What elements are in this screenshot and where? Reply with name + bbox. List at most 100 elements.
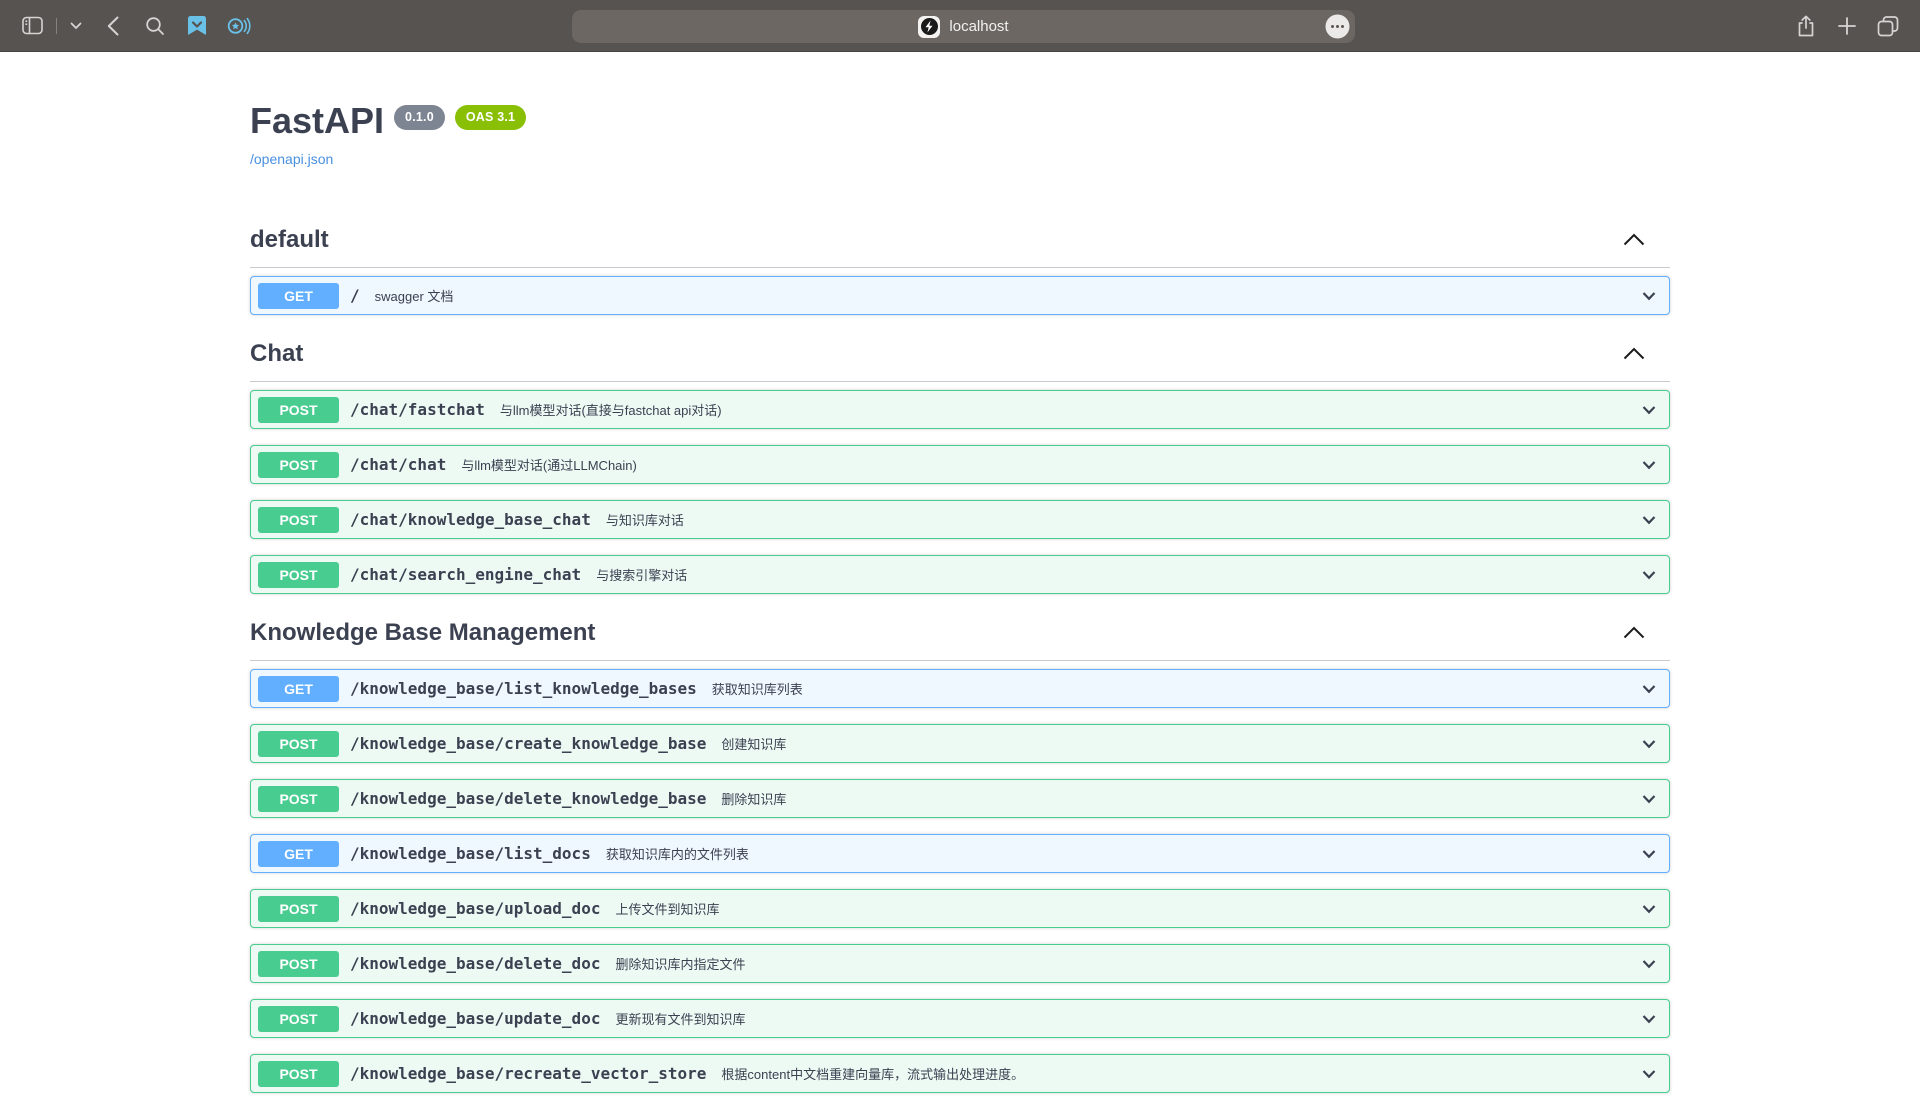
endpoint-desc: 获取知识库列表 — [712, 679, 803, 698]
endpoint-row[interactable]: GET / swagger 文档 — [250, 276, 1670, 315]
method-badge: POST — [258, 397, 339, 423]
section-title: default — [250, 226, 329, 253]
endpoint-desc: 删除知识库内指定文件 — [615, 954, 745, 973]
method-badge: POST — [258, 452, 339, 478]
endpoint-path: /chat/fastchat — [350, 400, 485, 419]
endpoint-desc: 创建知识库 — [721, 734, 786, 753]
endpoint-desc: 删除知识库 — [721, 789, 786, 808]
page-settings-button[interactable] — [1325, 14, 1349, 38]
endpoint-path: /knowledge_base/recreate_vector_store — [350, 1064, 706, 1083]
tag-section: default GET / swagger 文档 — [250, 169, 1670, 315]
endpoint-desc: 与搜索引擎对话 — [596, 565, 687, 584]
endpoint-row[interactable]: GET /knowledge_base/list_knowledge_bases… — [250, 669, 1670, 708]
share-icon — [1796, 15, 1816, 37]
endpoint-row[interactable]: GET /knowledge_base/list_docs 获取知识库内的文件列… — [250, 834, 1670, 873]
chevron-up-icon[interactable] — [1623, 626, 1645, 639]
chevron-down-icon[interactable] — [1639, 286, 1659, 306]
endpoint-path: /knowledge_base/create_knowledge_base — [350, 734, 706, 753]
section-header[interactable]: default — [250, 226, 1670, 268]
new-tab-plus-icon — [1838, 17, 1856, 35]
chevron-down-icon[interactable] — [1639, 1009, 1659, 1029]
endpoint-row[interactable]: POST /knowledge_base/delete_doc 删除知识库内指定… — [250, 944, 1670, 983]
sidebar-icon — [22, 16, 43, 35]
toolbar-divider — [56, 18, 57, 34]
tab-overview-button[interactable] — [1876, 14, 1900, 38]
endpoint-path: /knowledge_base/list_docs — [350, 844, 591, 863]
endpoint-desc: 根据content中文档重建向量库，流式输出处理进度。 — [721, 1064, 1024, 1083]
chevron-down-icon[interactable] — [1639, 734, 1659, 754]
section-header[interactable]: Chat — [250, 340, 1670, 382]
endpoint-row[interactable]: POST /knowledge_base/update_doc 更新现有文件到知… — [250, 999, 1670, 1038]
chevron-down-icon[interactable] — [1639, 844, 1659, 864]
api-title-text: FastAPI — [250, 100, 384, 141]
endpoint-desc: 上传文件到知识库 — [615, 899, 719, 918]
endpoint-row[interactable]: POST /knowledge_base/recreate_vector_sto… — [250, 1054, 1670, 1093]
endpoint-desc: 与llm模型对话(直接与fastchat api对话) — [500, 400, 722, 419]
endpoint-path: /knowledge_base/delete_knowledge_base — [350, 789, 706, 808]
chevron-down-icon — [70, 22, 82, 30]
endpoint-row[interactable]: POST /knowledge_base/create_knowledge_ba… — [250, 724, 1670, 763]
tab-overview-icon — [1877, 15, 1899, 37]
chevron-down-icon[interactable] — [1639, 679, 1659, 699]
method-badge: POST — [258, 896, 339, 922]
tag-section: Knowledge Base Management GET /knowledge… — [250, 610, 1670, 1093]
chevron-down-icon[interactable] — [1639, 565, 1659, 585]
radar-extension-button[interactable] — [227, 14, 251, 38]
chevron-up-icon[interactable] — [1623, 233, 1645, 246]
method-badge: POST — [258, 562, 339, 588]
bookmark-extension-button[interactable] — [185, 14, 209, 38]
ellipsis-icon — [1325, 14, 1350, 39]
new-tab-button[interactable] — [1835, 14, 1859, 38]
endpoint-row[interactable]: POST /chat/fastchat 与llm模型对话(直接与fastchat… — [250, 390, 1670, 429]
chevron-down-icon[interactable] — [1639, 899, 1659, 919]
share-button[interactable] — [1794, 14, 1818, 38]
chevron-up-icon[interactable] — [1623, 347, 1645, 360]
api-info-block: FastAPI 0.1.0 OAS 3.1 /openapi.json — [250, 52, 1670, 169]
chevron-down-icon[interactable] — [1639, 789, 1659, 809]
sidebar-toggle-button[interactable] — [20, 14, 44, 38]
method-badge: POST — [258, 731, 339, 757]
endpoint-path: /knowledge_base/update_doc — [350, 1009, 600, 1028]
oas-badge: OAS 3.1 — [455, 105, 526, 130]
endpoint-desc: 与llm模型对话(通过LLMChain) — [461, 455, 637, 474]
endpoint-row[interactable]: POST /chat/search_engine_chat 与搜索引擎对话 — [250, 555, 1670, 594]
endpoint-desc: swagger 文档 — [375, 286, 454, 305]
method-badge: GET — [258, 676, 339, 702]
url-field[interactable]: localhost — [572, 10, 1355, 43]
chevron-down-icon[interactable] — [1639, 400, 1659, 420]
browser-toolbar: localhost — [0, 0, 1920, 52]
search-icon — [145, 16, 165, 36]
bookmark-extension-icon — [187, 15, 207, 36]
endpoint-row[interactable]: POST /knowledge_base/upload_doc 上传文件到知识库 — [250, 889, 1670, 928]
method-badge: POST — [258, 507, 339, 533]
section-header[interactable]: Knowledge Base Management — [250, 619, 1670, 661]
chevron-down-icon[interactable] — [1639, 510, 1659, 530]
endpoint-path: /chat/chat — [350, 455, 446, 474]
endpoint-desc: 更新现有文件到知识库 — [615, 1009, 745, 1028]
back-button[interactable] — [101, 14, 125, 38]
method-badge: POST — [258, 1061, 339, 1087]
endpoint-path: /chat/knowledge_base_chat — [350, 510, 591, 529]
swagger-page: FastAPI 0.1.0 OAS 3.1 /openapi.json defa… — [250, 52, 1670, 1109]
endpoint-path: / — [350, 286, 360, 305]
endpoint-path: /knowledge_base/upload_doc — [350, 899, 600, 918]
method-badge: POST — [258, 951, 339, 977]
sidebar-menu-chevron-button[interactable] — [69, 14, 83, 38]
chevron-down-icon[interactable] — [1639, 954, 1659, 974]
page-title: FastAPI 0.1.0 OAS 3.1 — [250, 100, 1670, 141]
site-favicon — [918, 16, 940, 38]
chevron-down-icon[interactable] — [1639, 455, 1659, 475]
tag-section: Chat POST /chat/fastchat 与llm模型对话(直接与fas… — [250, 331, 1670, 594]
endpoint-row[interactable]: POST /chat/knowledge_base_chat 与知识库对话 — [250, 500, 1670, 539]
endpoint-row[interactable]: POST /knowledge_base/delete_knowledge_ba… — [250, 779, 1670, 818]
endpoint-path: /knowledge_base/list_knowledge_bases — [350, 679, 697, 698]
endpoint-path: /knowledge_base/delete_doc — [350, 954, 600, 973]
search-button[interactable] — [143, 14, 167, 38]
endpoint-row[interactable]: POST /chat/chat 与llm模型对话(通过LLMChain) — [250, 445, 1670, 484]
endpoint-desc: 获取知识库内的文件列表 — [606, 844, 749, 863]
chevron-down-icon[interactable] — [1639, 1064, 1659, 1084]
section-rows: GET /knowledge_base/list_knowledge_bases… — [250, 661, 1670, 1093]
openapi-spec-link[interactable]: /openapi.json — [250, 151, 333, 167]
section-title: Knowledge Base Management — [250, 619, 595, 646]
api-sections: default GET / swagger 文档 Chat — [250, 169, 1670, 1093]
